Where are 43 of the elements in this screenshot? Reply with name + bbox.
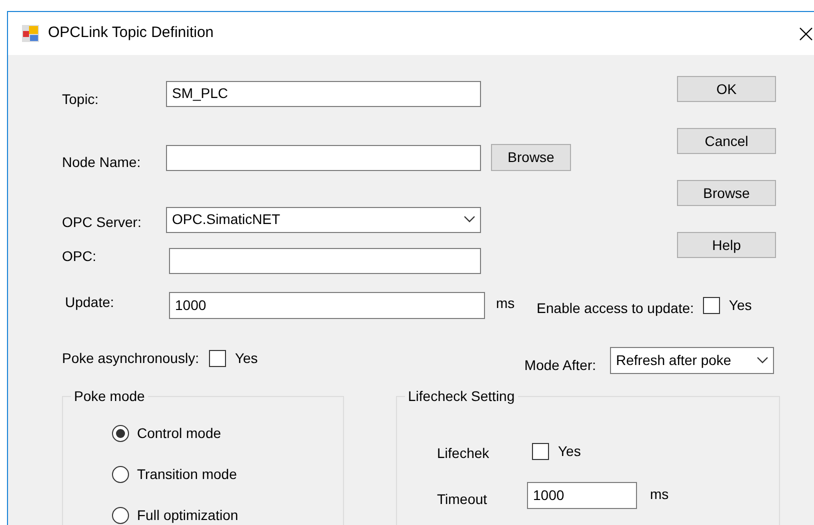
field-label: Topic:	[62, 90, 100, 109]
app-icon	[22, 25, 39, 42]
dropdown[interactable]: OPC.SimaticNET	[166, 206, 481, 232]
dropdown[interactable]: Refresh after poke	[610, 347, 774, 374]
field-label: Timeout	[437, 490, 488, 509]
field-label: OPC Server:	[62, 213, 142, 232]
radio-label: Transition mode	[137, 465, 237, 484]
input-field[interactable]: 1000	[527, 482, 637, 509]
radio-label: Control mode	[137, 424, 222, 443]
unit-label: ms	[650, 485, 669, 504]
field-label: Mode After:	[524, 356, 596, 375]
input-field[interactable]: 1000	[169, 292, 485, 319]
chevron-icon	[757, 357, 768, 364]
radio-button[interactable]	[112, 466, 129, 483]
dialog-button[interactable]: Browse	[677, 180, 776, 206]
checkbox[interactable]	[532, 443, 549, 460]
close-icon[interactable]	[799, 26, 813, 40]
dialog-button[interactable]: OK	[677, 76, 776, 102]
field-label: Enable access to update:	[536, 299, 694, 318]
field-label: Node Name:	[62, 153, 142, 172]
field-label: Poke asynchronously:	[62, 349, 199, 368]
browse-button[interactable]: Browse	[491, 144, 571, 171]
dialog-button[interactable]: Cancel	[677, 128, 776, 154]
checkbox-label: Yes	[234, 349, 258, 368]
dialog-button[interactable]: Help	[677, 232, 776, 258]
input-field[interactable]	[169, 248, 481, 274]
field-label: Update:	[65, 293, 116, 312]
checkbox-label: Yes	[558, 442, 581, 461]
dropdown-value: OPC.SimaticNET	[172, 210, 280, 229]
chevron-icon	[464, 216, 475, 223]
dropdown-value: Refresh after poke	[616, 351, 732, 370]
radio-button[interactable]	[112, 507, 129, 524]
input-field[interactable]	[166, 144, 481, 170]
input-field[interactable]: SM_PLC	[166, 80, 481, 106]
checkbox-label: Yes	[728, 296, 752, 315]
unit-label: ms	[496, 294, 515, 313]
field-label: Lifechek	[437, 444, 490, 463]
checkbox[interactable]	[208, 350, 226, 367]
radio-button[interactable]	[112, 425, 129, 442]
field-label: OPC:	[62, 246, 98, 266]
radio-label: Full optimization	[137, 506, 238, 525]
window-title: OPCLink Topic Definition	[48, 23, 214, 44]
checkbox[interactable]	[702, 297, 720, 314]
